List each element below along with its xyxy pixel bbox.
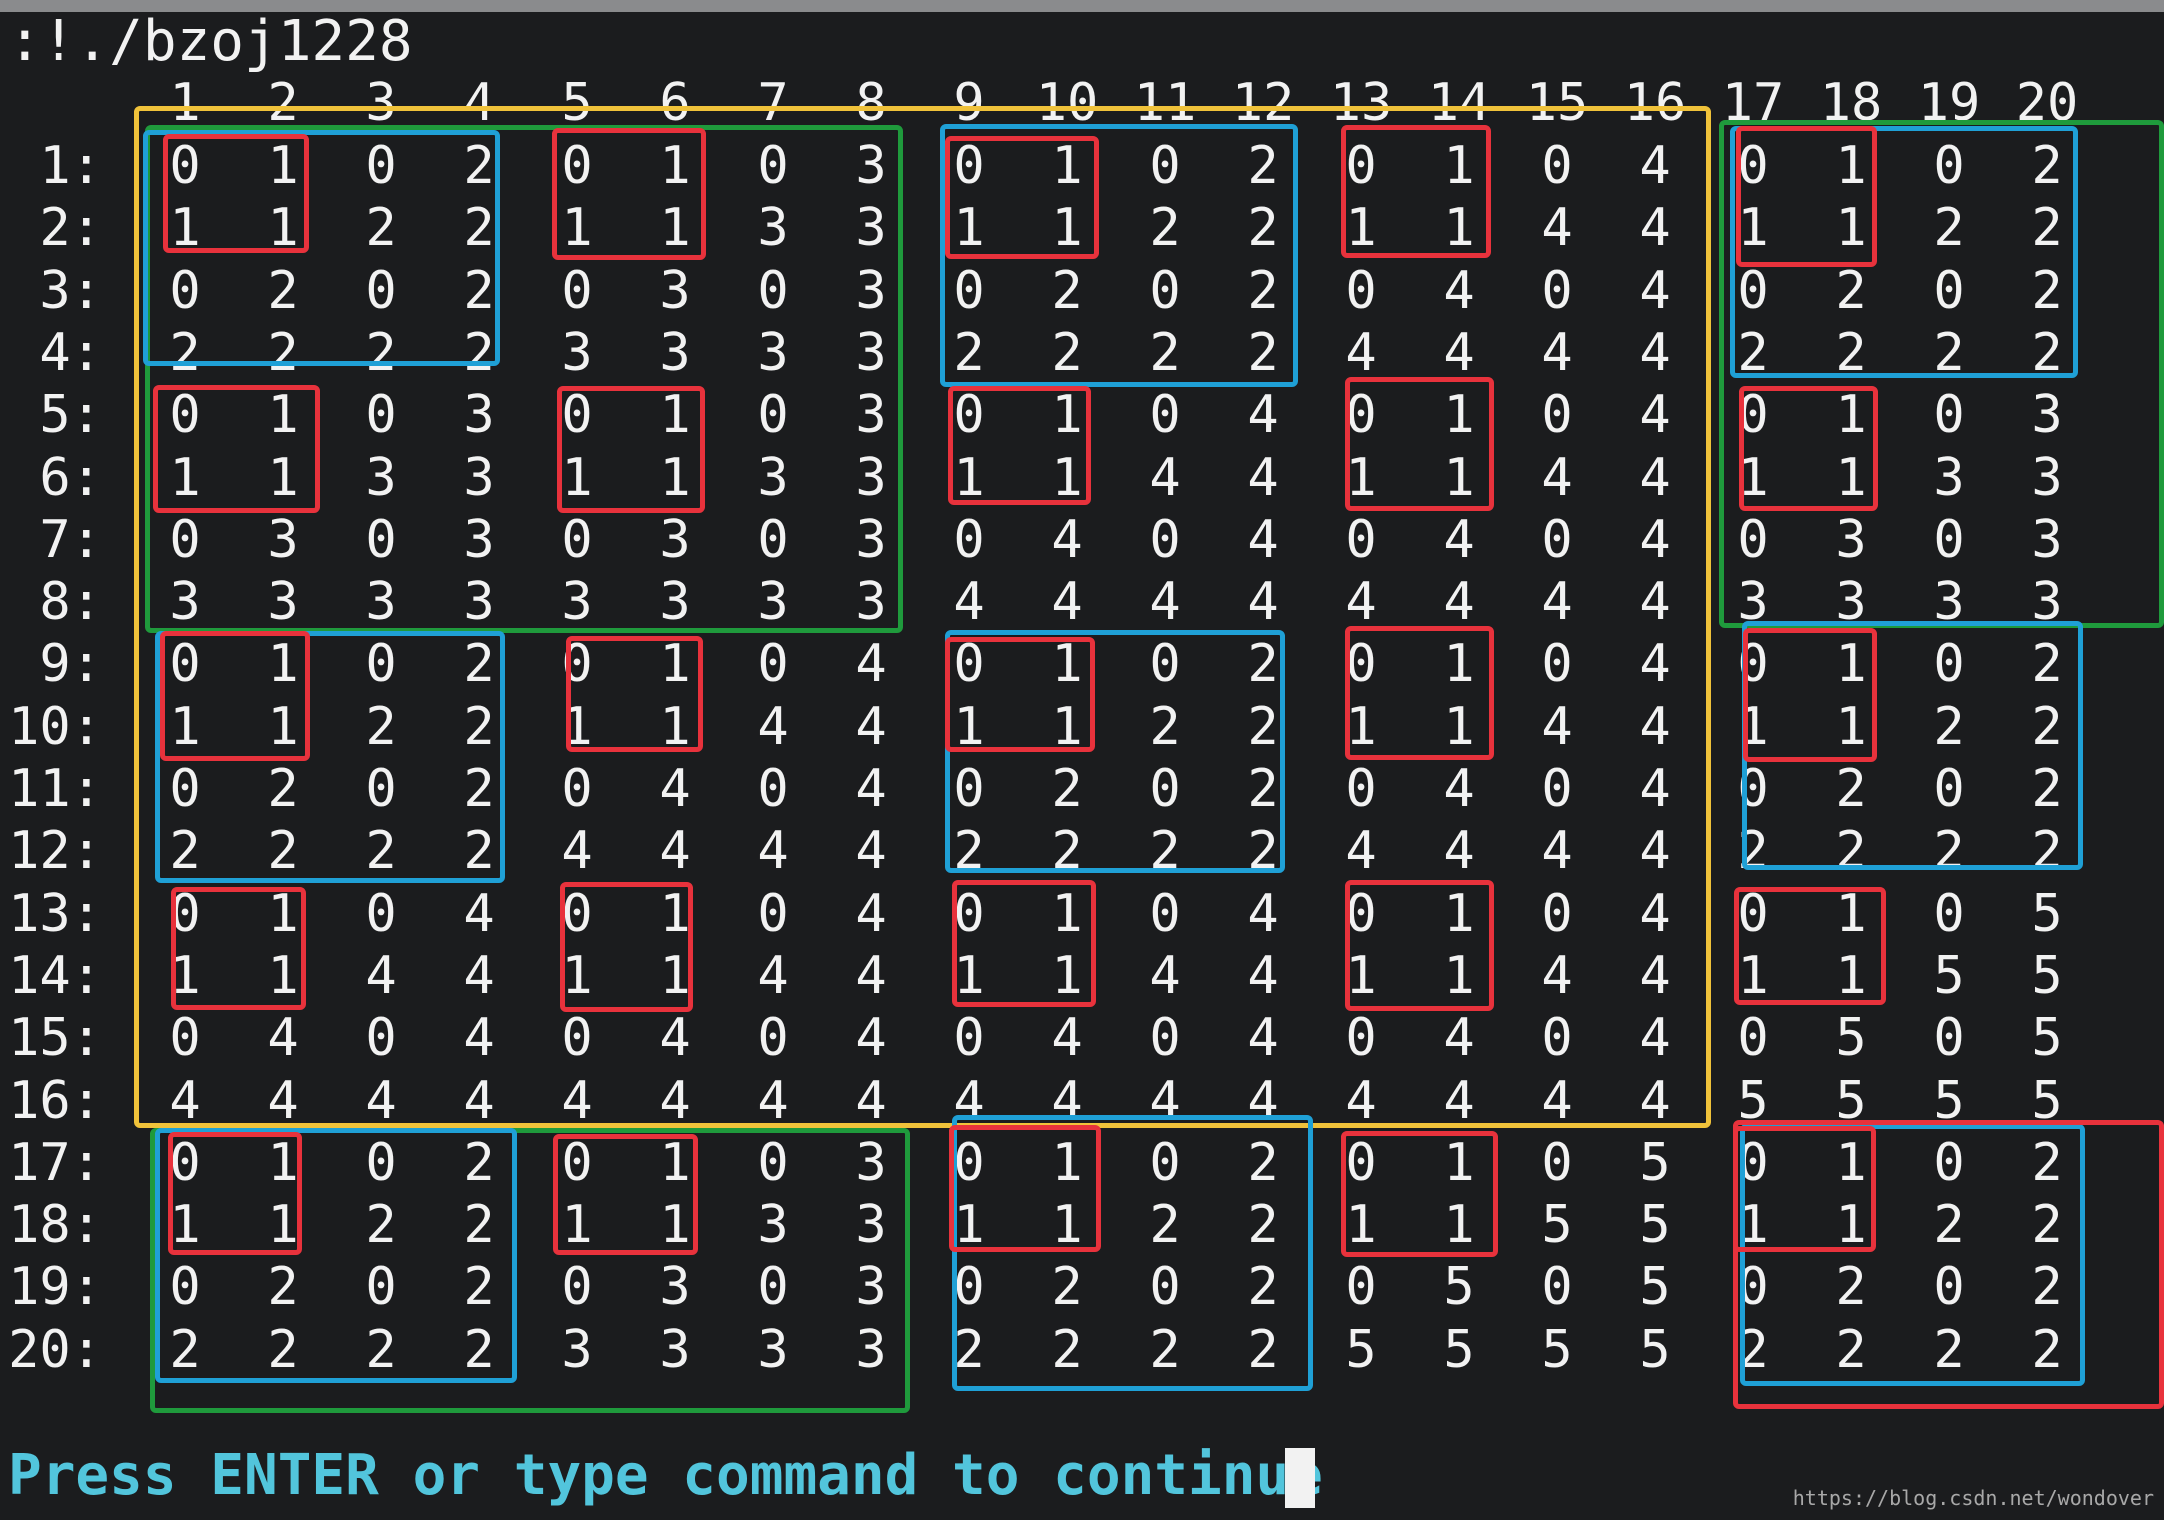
red-highlight-box <box>1345 880 1494 1011</box>
red-highlight-box <box>1739 386 1878 511</box>
row-label: 8: <box>39 572 102 633</box>
row-label: 18: <box>8 1195 102 1256</box>
red-highlight-box <box>1733 1120 2164 1409</box>
grid-cell: 0 <box>1541 1257 1573 1318</box>
row-label: 16: <box>8 1070 102 1131</box>
row-label: 11: <box>8 759 102 819</box>
row-label: 12: <box>8 821 102 882</box>
row-label: 15: <box>8 1008 102 1069</box>
row-label: 3: <box>39 260 102 321</box>
red-highlight-box <box>171 887 306 1010</box>
row-label: 7: <box>39 509 102 570</box>
red-highlight-box <box>553 1134 698 1255</box>
grid-cell: 5 <box>1541 1195 1573 1256</box>
red-highlight-box <box>1345 626 1494 760</box>
red-highlight-box <box>552 128 706 260</box>
red-highlight-box <box>1734 887 1886 1005</box>
row-label: 13: <box>8 883 102 944</box>
row-label: 10: <box>8 696 102 757</box>
red-highlight-box <box>945 637 1095 752</box>
grid-cell: 5 <box>2031 883 2063 944</box>
red-highlight-box <box>566 636 703 752</box>
grid-cell: 5 <box>1345 1319 1377 1380</box>
grid-cell: 5 <box>1639 1257 1671 1318</box>
grid-cell: 5 <box>1541 1319 1573 1380</box>
red-highlight-box <box>1341 125 1491 258</box>
red-highlight-box <box>1341 1131 1498 1257</box>
red-highlight-box <box>949 1125 1101 1252</box>
red-highlight-box <box>1743 628 1877 762</box>
grid-cell: 0 <box>1345 1257 1377 1318</box>
red-highlight-box <box>160 631 310 761</box>
grid-cell: 5 <box>1639 1132 1671 1193</box>
grid-cell: 5 <box>1835 1008 1867 1069</box>
red-highlight-box <box>952 880 1096 1007</box>
red-highlight-box <box>163 134 309 253</box>
command-line: :!./bzoj1228 <box>8 9 413 74</box>
grid-cell: 5 <box>1639 1195 1671 1256</box>
grid-cell: 5 <box>2031 1008 2063 1069</box>
red-highlight-box <box>153 385 320 513</box>
row-label: 2: <box>39 198 102 259</box>
red-highlight-box <box>557 386 705 513</box>
row-label: 1: <box>39 136 102 196</box>
continue-prompt: Press ENTER or type command to continue <box>8 1443 1323 1508</box>
row-label: 4: <box>39 322 102 383</box>
row-label: 6: <box>39 447 102 508</box>
grid-cell: 5 <box>1639 1319 1671 1380</box>
row-label: 20: <box>8 1319 102 1380</box>
red-highlight-box <box>948 386 1091 505</box>
row-label: 5: <box>39 385 102 446</box>
row-label: 17: <box>8 1132 102 1193</box>
red-highlight-box <box>168 1132 302 1255</box>
watermark-url: https://blog.csdn.net/wondover <box>1792 1486 2154 1510</box>
grid-cell: 0 <box>1933 883 1965 944</box>
row-label: 9: <box>39 634 102 695</box>
red-highlight-box <box>1345 377 1494 511</box>
row-label: 14: <box>8 945 102 1006</box>
text-cursor[interactable] <box>1285 1448 1315 1508</box>
red-highlight-box <box>1736 126 1877 267</box>
red-highlight-box <box>945 136 1099 259</box>
grid-cell: 0 <box>1541 1132 1573 1193</box>
grid-cell: 0 <box>1737 1008 1769 1069</box>
grid-cell: 5 <box>2031 945 2063 1006</box>
red-highlight-box <box>560 882 693 1012</box>
grid-cell: 5 <box>1933 945 1965 1006</box>
grid-cell: 5 <box>1443 1319 1475 1380</box>
grid-cell: 5 <box>1443 1257 1475 1318</box>
row-label: 19: <box>8 1257 102 1318</box>
grid-cell: 0 <box>1933 1008 1965 1069</box>
